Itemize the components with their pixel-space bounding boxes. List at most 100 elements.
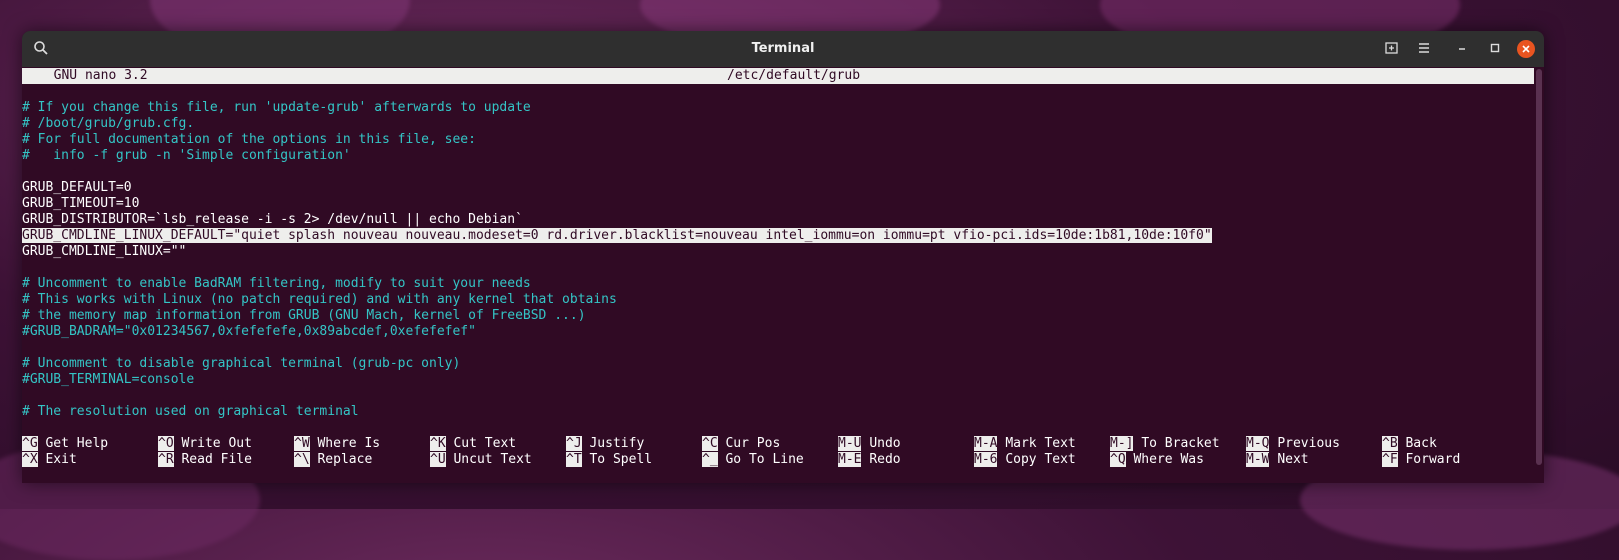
shortcut-key: ^K <box>430 436 446 451</box>
shortcut-key: M-6 <box>974 452 998 467</box>
comment-text: # info -f grub -n 'Simple configuration' <box>22 148 351 163</box>
shortcut-key: ^F <box>1382 452 1398 467</box>
shortcut-label: Copy Text <box>1005 452 1076 467</box>
shortcut-item[interactable]: M-6 Copy Text <box>974 452 1076 468</box>
editor-line[interactable]: #GRUB_TERMINAL=console <box>22 372 1534 388</box>
file-name: /etc/default/grub <box>727 68 861 83</box>
shortcut-label: Replace <box>317 452 373 467</box>
editor-line[interactable]: #GRUB_BADRAM="0x01234567,0xfefefefe,0x89… <box>22 324 1534 340</box>
shortcut-row: ^X Exit ^R Read File ^\ Replace ^U Uncut Te… <box>22 452 1534 468</box>
editor-line[interactable]: # The resolution used on graphical termi… <box>22 404 1534 420</box>
shortcut-item[interactable]: ^C Cur Pos <box>702 436 780 452</box>
shortcut-item[interactable]: M-Q Previous <box>1246 436 1340 452</box>
shortcut-label: Redo <box>869 452 901 467</box>
shortcut-item[interactable]: ^K Cut Text <box>430 436 516 452</box>
shortcut-item[interactable]: M-A Mark Text <box>974 436 1076 452</box>
shortcut-item[interactable]: ^B Back <box>1382 436 1437 452</box>
editor-buffer[interactable]: # If you change this file, run 'update-g… <box>22 100 1534 420</box>
editor-line[interactable]: # For full documentation of the options … <box>22 132 1534 148</box>
shortcut-item[interactable]: ^W Where Is <box>294 436 380 452</box>
maximize-icon[interactable] <box>1486 40 1504 58</box>
editor-line[interactable]: GRUB_DISTRIBUTOR=`lsb_release -i -s 2> /… <box>22 212 1534 228</box>
hamburger-menu-icon[interactable] <box>1415 40 1433 58</box>
shortcut-item[interactable]: ^F Forward <box>1382 452 1460 468</box>
shortcut-bar: ^G Get Help ^O Write Out ^W Where Is ^K Cut… <box>22 436 1534 468</box>
shortcut-item[interactable]: ^Q Where Was <box>1110 452 1204 468</box>
comment-text: # the memory map information from GRUB (… <box>22 308 586 323</box>
shortcut-label: Go To Line <box>725 452 804 467</box>
editor-line[interactable]: # info -f grub -n 'Simple configuration' <box>22 148 1534 164</box>
window-title: Terminal <box>751 41 815 56</box>
terminal-window: Terminal GNU nano 3.2 /etc/default/grub … <box>22 31 1544 483</box>
editor-line[interactable]: GRUB_TIMEOUT=10 <box>22 196 1534 212</box>
comment-text: # For full documentation of the options … <box>22 132 476 147</box>
editor-line[interactable] <box>22 388 1534 404</box>
minimize-icon[interactable] <box>1453 40 1471 58</box>
shortcut-label: To Bracket <box>1141 436 1220 451</box>
scrollbar[interactable] <box>1536 69 1542 465</box>
shortcut-label: Mark Text <box>1005 436 1076 451</box>
comment-text: #GRUB_BADRAM="0x01234567,0xfefefefe,0x89… <box>22 324 476 339</box>
editor-line[interactable]: GRUB_CMDLINE_LINUX_DEFAULT="quiet splash… <box>22 228 1534 244</box>
shortcut-item[interactable]: M-] To Bracket <box>1110 436 1220 452</box>
code-text: GRUB_TIMEOUT=10 <box>22 196 140 211</box>
shortcut-label: Forward <box>1405 452 1461 467</box>
shortcut-key: M-W <box>1246 452 1270 467</box>
shortcut-item[interactable]: ^U Uncut Text <box>430 452 532 468</box>
shortcut-key: M-U <box>838 436 862 451</box>
shortcut-item[interactable]: ^\ Replace <box>294 452 372 468</box>
shortcut-item[interactable]: ^O Write Out <box>158 436 252 452</box>
shortcut-label: Where Was <box>1133 452 1204 467</box>
shortcut-key: ^O <box>158 436 174 451</box>
shortcut-key: ^W <box>294 436 310 451</box>
comment-text: # Uncomment to enable BadRAM filtering, … <box>22 276 531 291</box>
editor-line[interactable]: # /boot/grub/grub.cfg. <box>22 116 1534 132</box>
comment-text: # If you change this file, run 'update-g… <box>22 100 531 115</box>
shortcut-key: M-A <box>974 436 998 451</box>
shortcut-key: ^Q <box>1110 452 1126 467</box>
shortcut-key: ^C <box>702 436 718 451</box>
editor-line[interactable]: GRUB_CMDLINE_LINUX="" <box>22 244 1534 260</box>
editor-line[interactable]: # Uncomment to disable graphical termina… <box>22 356 1534 372</box>
shortcut-label: Write Out <box>181 436 252 451</box>
shortcut-item[interactable]: ^G Get Help <box>22 436 108 452</box>
shortcut-label: To Spell <box>589 452 653 467</box>
shortcut-key: ^T <box>566 452 582 467</box>
shortcut-key: ^G <box>22 436 38 451</box>
shortcut-label: Get Help <box>45 436 109 451</box>
selected-text: GRUB_CMDLINE_LINUX_DEFAULT="quiet splash… <box>22 228 1212 243</box>
editor-line[interactable]: GRUB_DEFAULT=0 <box>22 180 1534 196</box>
shortcut-key: M-E <box>838 452 862 467</box>
shortcut-label: Undo <box>869 436 901 451</box>
shortcut-label: Where Is <box>317 436 381 451</box>
editor-line[interactable] <box>22 340 1534 356</box>
shortcut-key: ^J <box>566 436 582 451</box>
shortcut-key: ^R <box>158 452 174 467</box>
shortcut-key: ^_ <box>702 452 718 467</box>
shortcut-item[interactable]: ^J Justify <box>566 436 644 452</box>
shortcut-key: ^\ <box>294 452 310 467</box>
comment-text: # The resolution used on graphical termi… <box>22 404 359 419</box>
editor-line[interactable]: # the memory map information from GRUB (… <box>22 308 1534 324</box>
close-icon[interactable] <box>1517 40 1535 58</box>
editor-line[interactable]: # This works with Linux (no patch requir… <box>22 292 1534 308</box>
code-text: GRUB_CMDLINE_LINUX="" <box>22 244 187 259</box>
shortcut-item[interactable]: M-E Redo <box>838 452 901 468</box>
shortcut-item[interactable]: M-U Undo <box>838 436 901 452</box>
shortcut-key: ^X <box>22 452 38 467</box>
shortcut-item[interactable]: M-W Next <box>1246 452 1309 468</box>
shortcut-item[interactable]: ^X Exit <box>22 452 77 468</box>
shortcut-row: ^G Get Help ^O Write Out ^W Where Is ^K Cut… <box>22 436 1534 452</box>
editor-line[interactable] <box>22 260 1534 276</box>
shortcut-label: Cur Pos <box>725 436 781 451</box>
editor-line[interactable]: # If you change this file, run 'update-g… <box>22 100 1534 116</box>
nano-version: GNU nano 3.2 <box>38 68 148 83</box>
new-tab-icon[interactable] <box>1383 40 1401 58</box>
editor-line[interactable]: # Uncomment to enable BadRAM filtering, … <box>22 276 1534 292</box>
shortcut-label: Read File <box>181 452 252 467</box>
shortcut-item[interactable]: ^R Read File <box>158 452 252 468</box>
terminal-content[interactable]: GNU nano 3.2 /etc/default/grub # If you … <box>22 67 1544 483</box>
editor-line[interactable] <box>22 164 1534 180</box>
shortcut-item[interactable]: ^T To Spell <box>566 452 652 468</box>
shortcut-item[interactable]: ^_ Go To Line <box>702 452 804 468</box>
